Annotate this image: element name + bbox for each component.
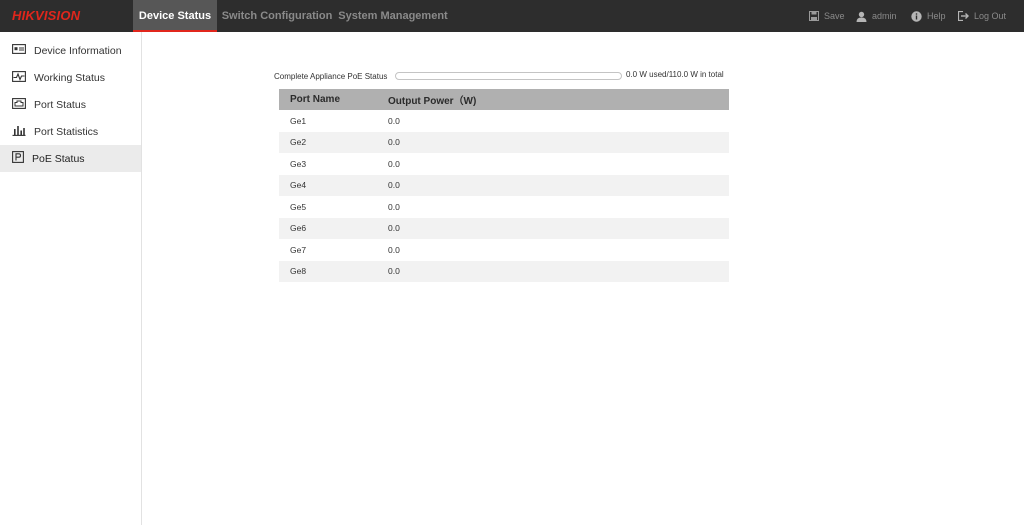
- save-button[interactable]: Save: [809, 0, 845, 32]
- user-menu[interactable]: admin: [856, 0, 897, 32]
- port-name-cell: Ge1: [290, 115, 307, 126]
- save-label: Save: [824, 11, 845, 21]
- table-row: Ge5 0.0: [279, 196, 729, 218]
- port-name-cell: Ge8: [290, 266, 307, 277]
- column-header-output-power: Output Power（W): [388, 96, 477, 107]
- port-name-cell: Ge4: [290, 180, 307, 191]
- poe-port-table: Port Name Output Power（W) Ge1 0.0 Ge2 0.…: [279, 89, 729, 282]
- tab-switch-configuration[interactable]: Switch Configuration: [218, 0, 336, 32]
- sidebar-item-working-status[interactable]: Working Status: [0, 64, 141, 91]
- poe-usage-text: 0.0 W used/110.0 W in total: [626, 70, 724, 79]
- column-header-port-name: Port Name: [290, 94, 341, 105]
- port-name-cell: Ge7: [290, 244, 307, 255]
- tab-device-status[interactable]: Device Status: [133, 0, 217, 32]
- output-power-cell: 0.0: [388, 201, 400, 212]
- sidebar-item-poe-status[interactable]: PoE Status: [0, 145, 141, 172]
- table-row: Ge3 0.0: [279, 153, 729, 175]
- output-power-cell: 0.0: [388, 158, 400, 169]
- poe-usage-bar: [395, 72, 622, 80]
- poe-summary: Complete Appliance PoE Status 0.0 W used…: [274, 70, 724, 82]
- sidebar-item-port-statistics[interactable]: Port Statistics: [0, 118, 141, 145]
- logout-icon: [958, 11, 969, 21]
- port-name-cell: Ge3: [290, 158, 307, 169]
- help-label: Help: [927, 11, 946, 21]
- sidebar-item-device-information[interactable]: Device Information: [0, 37, 141, 64]
- tab-system-management[interactable]: System Management: [336, 0, 450, 32]
- sidebar-item-label: Device Information: [34, 44, 122, 57]
- hikvision-logo: HIKVISION: [12, 8, 81, 23]
- sidebar-item-label: PoE Status: [32, 152, 85, 165]
- port-name-cell: Ge5: [290, 201, 307, 212]
- output-power-cell: 0.0: [388, 115, 400, 126]
- top-bar: HIKVISION Device Status Switch Configura…: [0, 0, 1024, 32]
- table-header: Port Name Output Power（W): [279, 89, 729, 110]
- output-power-cell: 0.0: [388, 266, 400, 277]
- sidebar-item-label: Port Status: [34, 98, 86, 111]
- table-row: Ge2 0.0: [279, 131, 729, 153]
- user-label: admin: [872, 11, 897, 21]
- sidebar-item-port-status[interactable]: Port Status: [0, 91, 141, 118]
- logout-label: Log Out: [974, 11, 1007, 21]
- sidebar-item-label: Port Statistics: [34, 125, 99, 138]
- port-icon: [12, 97, 26, 112]
- output-power-cell: 0.0: [388, 223, 400, 234]
- table-row: Ge8 0.0: [279, 260, 729, 282]
- sidebar: Device Information Working Status Port S…: [0, 32, 142, 525]
- sidebar-item-label: Working Status: [34, 71, 106, 84]
- help-button[interactable]: Help: [911, 0, 946, 32]
- poe-icon: [12, 151, 24, 166]
- info-icon: [911, 10, 922, 22]
- output-power-cell: 0.0: [388, 180, 400, 191]
- table-row: Ge1 0.0: [279, 110, 729, 132]
- poe-summary-label: Complete Appliance PoE Status: [274, 71, 388, 81]
- output-power-cell: 0.0: [388, 137, 400, 148]
- logout-button[interactable]: Log Out: [958, 0, 1006, 32]
- table-row: Ge6 0.0: [279, 217, 729, 239]
- port-name-cell: Ge6: [290, 223, 307, 234]
- save-icon: [809, 11, 819, 21]
- bar-chart-icon: [12, 125, 26, 139]
- device-info-icon: [12, 44, 26, 57]
- port-name-cell: Ge2: [290, 137, 307, 148]
- pulse-icon: [12, 70, 26, 85]
- output-power-cell: 0.0: [388, 244, 400, 255]
- user-icon: [856, 11, 867, 22]
- table-row: Ge4 0.0: [279, 174, 729, 196]
- table-row: Ge7 0.0: [279, 239, 729, 261]
